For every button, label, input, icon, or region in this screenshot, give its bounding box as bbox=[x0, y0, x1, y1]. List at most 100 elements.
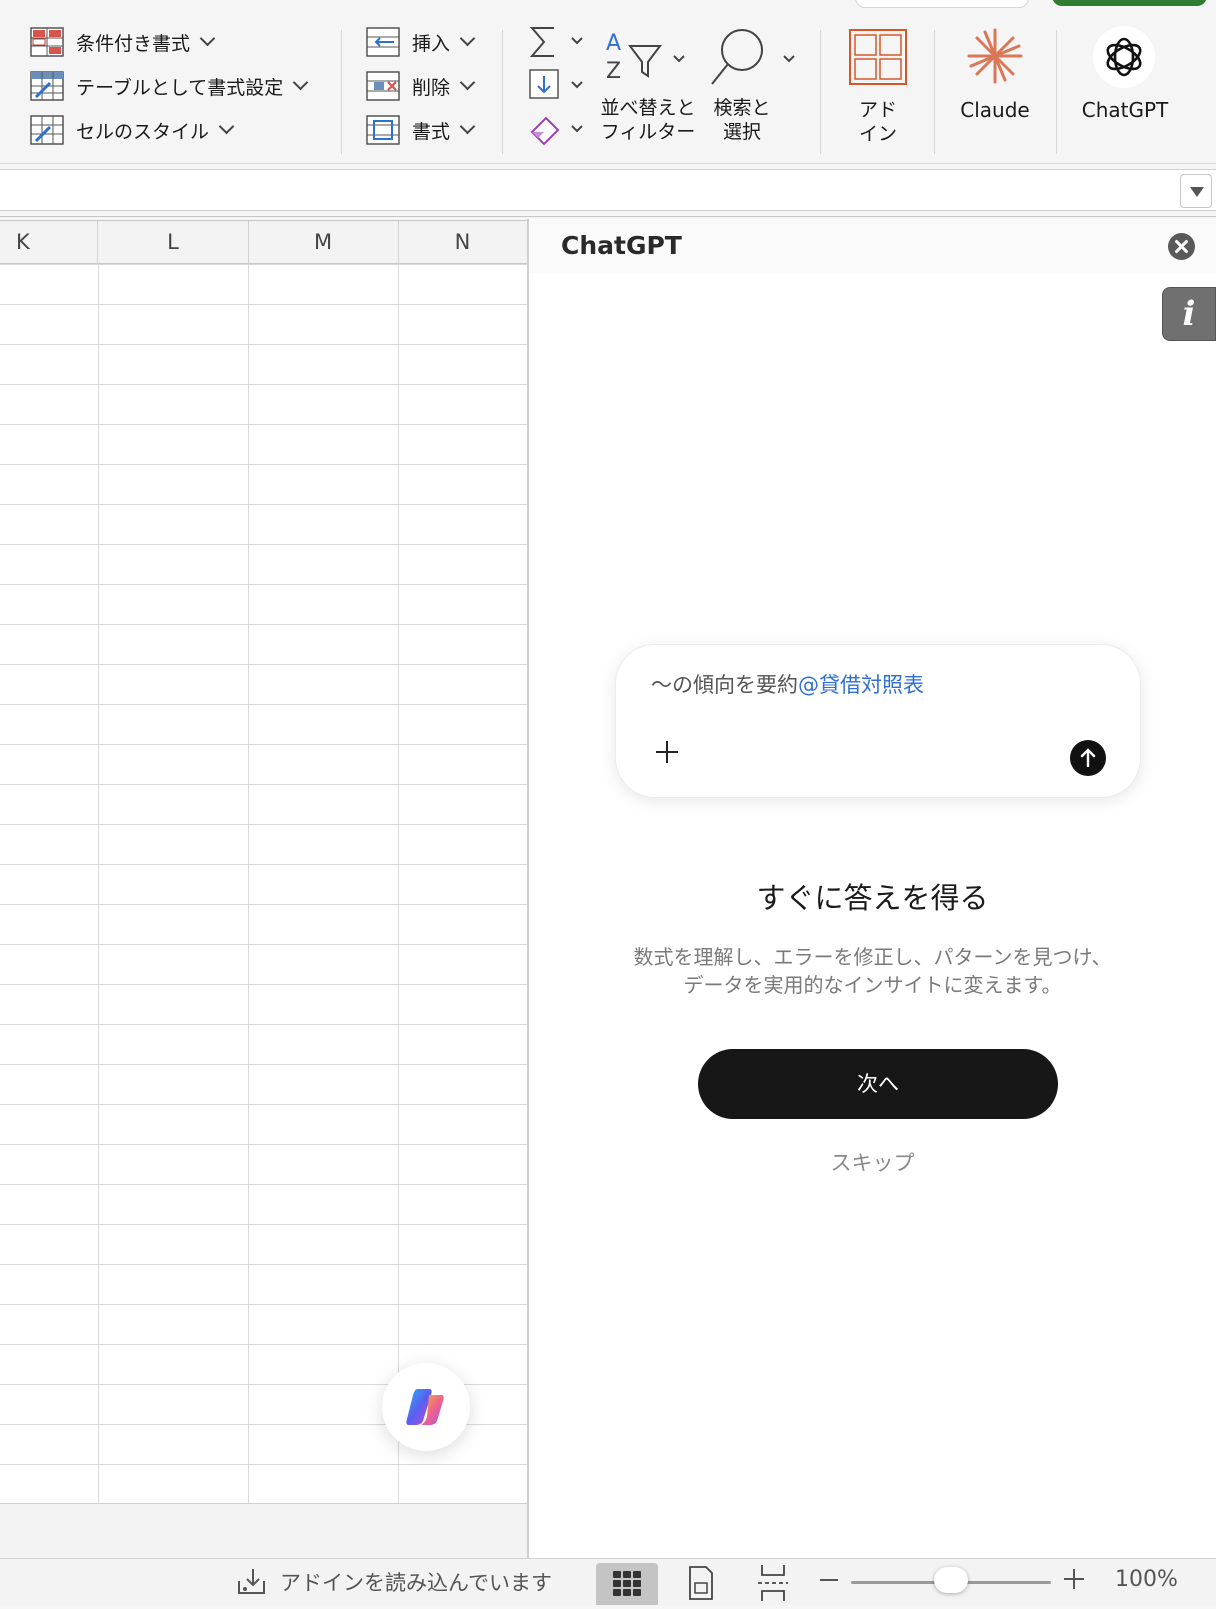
column-header-k[interactable]: K bbox=[0, 221, 98, 263]
conditional-format-label: 条件付き書式 bbox=[76, 32, 191, 55]
ribbon-separator bbox=[502, 30, 503, 154]
status-bar: アドインを読み込んでいます 100% bbox=[0, 1558, 1216, 1605]
onboarding-description-line1: 数式を理解し、エラーを修正し、パターンを見つけ、 bbox=[633, 945, 1112, 969]
ribbon-separator bbox=[341, 30, 342, 154]
grid-view-icon bbox=[613, 1571, 641, 1596]
addins-label-line1: アド bbox=[858, 99, 897, 121]
ribbon-separator bbox=[934, 30, 935, 154]
send-arrow-icon bbox=[1070, 740, 1106, 776]
sigma-icon bbox=[529, 27, 583, 57]
copilot-icon bbox=[406, 1389, 444, 1425]
sheet-tab-bar bbox=[0, 1503, 527, 1559]
addin-loading-icon bbox=[236, 1567, 270, 1597]
chatgpt-label: ChatGPT bbox=[1081, 98, 1169, 122]
chevron-down-icon bbox=[199, 30, 216, 46]
addins-label-line2: イン bbox=[858, 123, 897, 145]
delete-cells-icon bbox=[366, 71, 400, 101]
sort-filter-label-line2: フィルター bbox=[600, 121, 696, 143]
column-gridline bbox=[248, 264, 249, 1503]
cell-styles-button[interactable]: セルのスタイル bbox=[30, 114, 235, 146]
normal-view-button[interactable] bbox=[596, 1563, 658, 1605]
zoom-out-button[interactable] bbox=[820, 1579, 838, 1581]
spreadsheet-grid[interactable]: K L M N bbox=[0, 221, 527, 1503]
delete-button[interactable]: 削除 bbox=[366, 70, 476, 102]
find-select-label-line1: 検索と bbox=[713, 97, 771, 119]
copilot-button[interactable] bbox=[382, 1363, 470, 1451]
autosum-button[interactable] bbox=[528, 24, 588, 60]
zoom-in-button[interactable] bbox=[1064, 1569, 1084, 1589]
clear-button[interactable] bbox=[528, 112, 588, 148]
formula-bar[interactable] bbox=[0, 169, 1216, 211]
column-header-l[interactable]: L bbox=[98, 221, 249, 263]
format-label: 書式 bbox=[412, 120, 451, 143]
formula-bar-expand-button[interactable] bbox=[1180, 174, 1212, 208]
delete-label: 削除 bbox=[412, 76, 451, 99]
addins-grid-icon bbox=[849, 29, 907, 85]
claude-label: Claude bbox=[960, 98, 1030, 122]
ribbon-separator bbox=[820, 30, 821, 154]
column-headers: K L M N bbox=[0, 221, 527, 264]
sort-filter-label: 並べ替えと フィルター bbox=[598, 96, 698, 144]
zoom-slider-thumb[interactable] bbox=[934, 1567, 968, 1593]
chatgpt-icon bbox=[1093, 26, 1155, 88]
sort-filter-button[interactable]: AZ 並べ替えと フィルター bbox=[598, 26, 698, 146]
format-as-table-icon bbox=[30, 71, 64, 101]
find-select-label-line2: 選択 bbox=[722, 121, 761, 143]
format-cells-icon bbox=[366, 115, 400, 145]
chevron-down-icon bbox=[293, 74, 309, 90]
cell-styles-label: セルのスタイル bbox=[76, 120, 210, 143]
claude-icon bbox=[967, 28, 1023, 84]
ribbon-top-field[interactable] bbox=[855, 0, 1029, 8]
addins-button[interactable]: アド イン bbox=[838, 26, 918, 146]
insert-label: 挿入 bbox=[412, 32, 451, 55]
prompt-example-card: 〜の傾向を要約@貸借対照表 bbox=[615, 644, 1141, 798]
close-pane-icon[interactable] bbox=[1168, 233, 1195, 260]
chevron-down-icon bbox=[459, 30, 476, 46]
cell-styles-icon bbox=[30, 115, 64, 145]
sort-filter-label-line1: 並べ替えと bbox=[600, 97, 696, 119]
insert-button[interactable]: 挿入 bbox=[366, 26, 476, 58]
next-button[interactable]: 次へ bbox=[698, 1049, 1058, 1119]
page-layout-icon bbox=[689, 1566, 713, 1600]
claude-button[interactable]: Claude bbox=[950, 26, 1040, 126]
conditional-format-button[interactable]: 条件付き書式 bbox=[30, 26, 216, 58]
zoom-level[interactable]: 100% bbox=[1115, 1567, 1178, 1592]
svg-text:Z: Z bbox=[606, 59, 621, 84]
format-as-table-button[interactable]: テーブルとして書式設定 bbox=[30, 70, 309, 102]
eraser-icon bbox=[530, 116, 583, 146]
chatgpt-button[interactable]: ChatGPT bbox=[1070, 26, 1180, 126]
info-icon[interactable]: i bbox=[1162, 287, 1216, 341]
conditional-format-icon bbox=[30, 27, 64, 57]
svg-text:A: A bbox=[606, 31, 621, 56]
fill-button[interactable] bbox=[528, 68, 588, 104]
ribbon-separator bbox=[1056, 30, 1057, 154]
onboarding-description: 数式を理解し、エラーを修正し、パターンを見つけ、 データを実用的なインサイトに変… bbox=[529, 943, 1216, 999]
find-select-button[interactable]: 検索と 選択 bbox=[708, 26, 808, 146]
pane-header: ChatGPT bbox=[529, 219, 1216, 273]
skip-link[interactable]: スキップ bbox=[529, 1147, 1216, 1177]
prompt-example-text: 〜の傾向を要約@貸借対照表 bbox=[651, 669, 924, 699]
column-header-m[interactable]: M bbox=[248, 221, 399, 263]
page-break-view-button[interactable] bbox=[756, 1563, 790, 1603]
page-layout-view-button[interactable] bbox=[686, 1565, 716, 1601]
column-gridline bbox=[398, 264, 399, 1503]
status-message: アドインを読み込んでいます bbox=[280, 1571, 552, 1595]
format-as-table-label: テーブルとして書式設定 bbox=[76, 76, 284, 99]
insert-cells-icon bbox=[366, 27, 400, 57]
sort-filter-icon: AZ bbox=[606, 31, 685, 84]
chevron-down-icon bbox=[218, 118, 235, 134]
addins-label: アド イン bbox=[838, 98, 918, 146]
fill-down-icon bbox=[529, 69, 583, 99]
onboarding-description-line2: データを実用的なインサイトに変えます。 bbox=[683, 973, 1062, 997]
chatgpt-task-pane: ChatGPT i 〜の傾向を要約@貸借対照表 すぐに答えを得る 数式を理解し、… bbox=[529, 219, 1216, 1558]
prompt-example-body: 〜の傾向を要約 bbox=[651, 673, 798, 697]
pane-title: ChatGPT bbox=[561, 231, 682, 260]
prompt-mention-tag: @貸借対照表 bbox=[798, 673, 924, 697]
chevron-down-icon bbox=[459, 74, 476, 90]
ribbon: 条件付き書式 テーブルとして書式設定 セルのスタイル 挿入 削除 書式 A Z … bbox=[0, 0, 1216, 164]
column-header-n[interactable]: N bbox=[398, 221, 527, 263]
format-button[interactable]: 書式 bbox=[366, 114, 476, 146]
ribbon-top-share-button[interactable] bbox=[1052, 0, 1207, 6]
magnifier-icon bbox=[711, 29, 795, 85]
cell-area[interactable] bbox=[0, 264, 527, 1503]
